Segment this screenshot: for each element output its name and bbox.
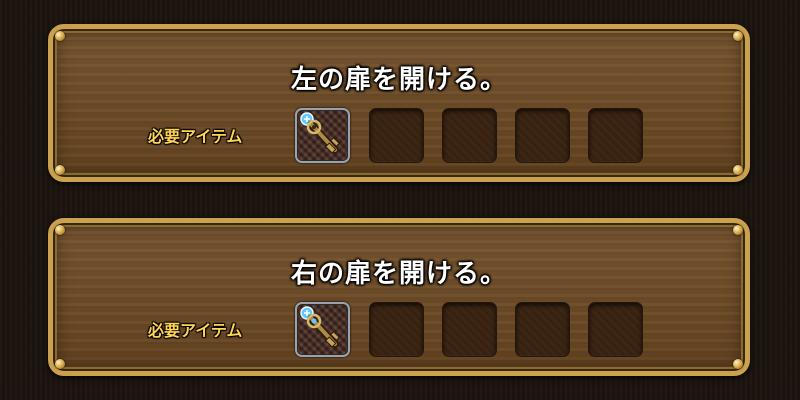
corner-stud-icon bbox=[55, 359, 65, 369]
corner-stud-icon bbox=[733, 359, 743, 369]
item-slot-empty bbox=[442, 108, 497, 163]
panel-title: 右の扉を開ける。 bbox=[290, 259, 507, 289]
key-icon bbox=[300, 112, 340, 154]
corner-stud-icon bbox=[55, 31, 65, 41]
open-left-door-panel[interactable]: 左の扉を開ける。 必要アイテム bbox=[48, 24, 750, 182]
item-slot-empty bbox=[442, 302, 497, 357]
item-slot-empty bbox=[369, 302, 424, 357]
item-slot-empty bbox=[588, 108, 643, 163]
item-slot-empty bbox=[515, 302, 570, 357]
open-right-door-panel[interactable]: 右の扉を開ける。 必要アイテム bbox=[48, 218, 750, 376]
corner-stud-icon bbox=[55, 225, 65, 235]
item-slot-empty bbox=[369, 108, 424, 163]
required-items-label: 必要アイテム bbox=[148, 127, 243, 146]
corner-stud-icon bbox=[733, 31, 743, 41]
corner-stud-icon bbox=[55, 165, 65, 175]
corner-stud-icon bbox=[733, 165, 743, 175]
corner-stud-icon bbox=[733, 225, 743, 235]
item-slot-empty bbox=[588, 302, 643, 357]
item-slot-empty bbox=[515, 108, 570, 163]
item-slot-key[interactable] bbox=[295, 302, 350, 357]
panel-title: 左の扉を開ける。 bbox=[290, 65, 507, 95]
key-icon bbox=[300, 306, 340, 348]
item-slot-key[interactable] bbox=[295, 108, 350, 163]
required-items-label: 必要アイテム bbox=[148, 321, 243, 340]
